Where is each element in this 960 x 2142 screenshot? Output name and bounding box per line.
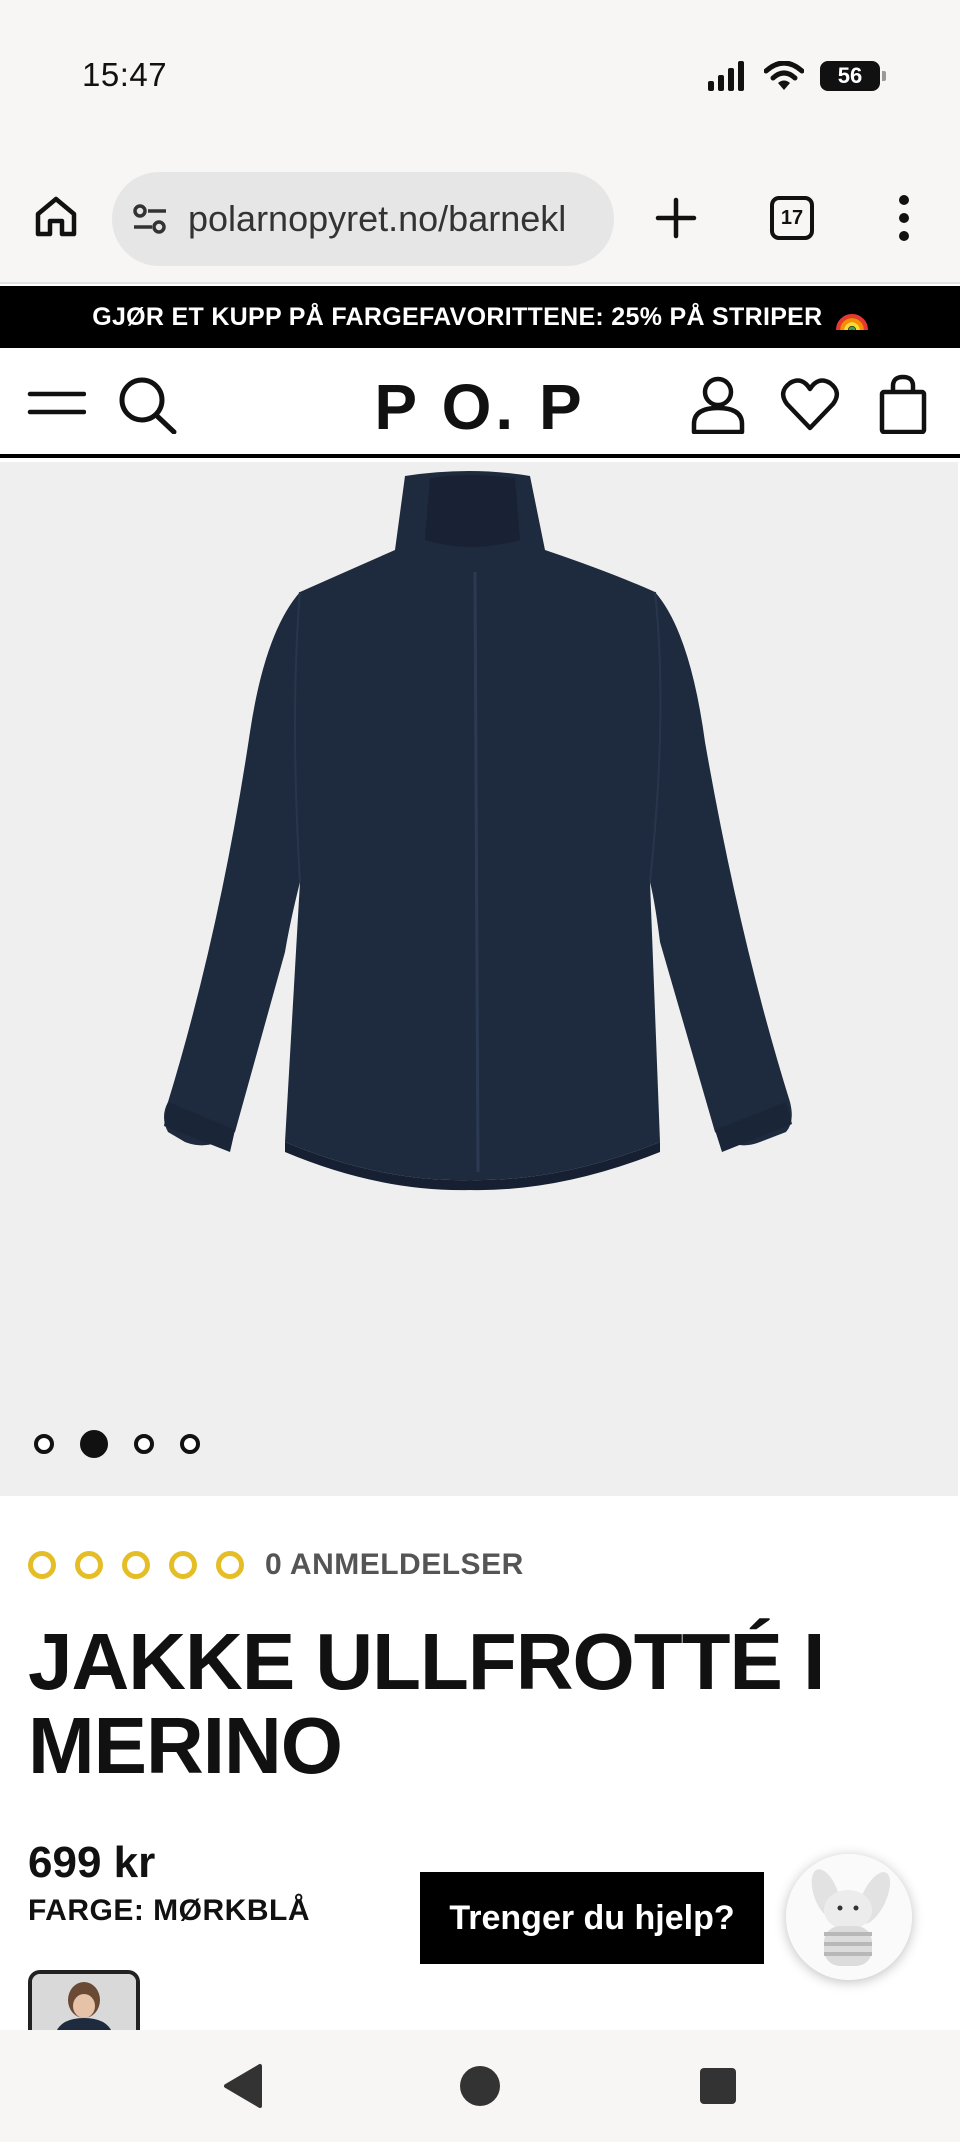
rainbow-icon xyxy=(835,314,868,331)
promo-banner[interactable]: GJØR ET KUPP PÅ FARGEFAVORITTENE: 25% PÅ… xyxy=(0,286,960,348)
product-title: JAKKE ULLFROTTÉ I MERINO xyxy=(28,1617,825,1790)
address-bar[interactable]: polarnopyret.no/barnekl xyxy=(112,172,614,266)
product-image-gallery[interactable] xyxy=(0,462,960,1496)
chat-avatar-button[interactable] xyxy=(786,1854,912,1980)
home-icon xyxy=(35,196,77,237)
swatch-thumbnail-image xyxy=(32,1974,136,2034)
gallery-pagination xyxy=(34,1430,200,1458)
battery-indicator: 56 xyxy=(820,61,886,91)
search-icon[interactable] xyxy=(118,374,178,434)
android-navigation-bar xyxy=(0,2030,960,2142)
gallery-dot-4[interactable] xyxy=(180,1434,200,1454)
gallery-dot-3[interactable] xyxy=(134,1434,154,1454)
help-chat-button[interactable]: Trenger du hjelp? xyxy=(420,1872,764,1964)
wishlist-heart-icon[interactable] xyxy=(780,374,840,434)
url-text: polarnopyret.no/barnekl xyxy=(188,198,567,239)
rating-star-1-icon xyxy=(28,1551,56,1579)
shopping-bag-icon[interactable] xyxy=(874,374,934,434)
color-swatch-selected[interactable] xyxy=(28,1970,140,2034)
site-settings-icon[interactable] xyxy=(130,199,170,239)
rating-star-4-icon xyxy=(169,1551,197,1579)
status-icons: 56 xyxy=(708,58,886,94)
rating-star-5-icon xyxy=(216,1551,244,1579)
rating-star-3-icon xyxy=(122,1551,150,1579)
tab-switcher-button[interactable]: 17 xyxy=(770,196,814,240)
status-time: 15:47 xyxy=(82,56,168,93)
reviews-count[interactable]: 0 ANMELDELSER xyxy=(265,1548,524,1582)
recents-icon[interactable] xyxy=(692,2060,744,2112)
back-icon[interactable] xyxy=(218,2060,270,2112)
gallery-dot-1[interactable] xyxy=(34,1434,54,1454)
bunny-toy-icon xyxy=(786,1854,912,1980)
product-image-jacket[interactable] xyxy=(0,462,960,1496)
browser-toolbar: polarnopyret.no/barnekl 17 xyxy=(0,160,960,284)
product-price: 699 kr xyxy=(28,1838,156,1887)
wifi-icon xyxy=(764,61,804,90)
browser-home-button[interactable] xyxy=(30,190,82,242)
promo-text: GJØR ET KUPP PÅ FARGEFAVORITTENE: 25% PÅ… xyxy=(92,303,823,331)
hamburger-menu-icon[interactable] xyxy=(26,374,86,434)
site-logo[interactable]: P O. P xyxy=(374,371,585,443)
gallery-dot-2[interactable] xyxy=(80,1430,108,1458)
site-header: P O. P xyxy=(0,348,960,458)
browser-menu-icon[interactable] xyxy=(884,192,924,244)
status-bar: 15:47 56 xyxy=(0,0,960,160)
color-label: FARGE: MØRKBLÅ xyxy=(28,1894,310,1927)
home-nav-icon[interactable] xyxy=(454,2060,506,2112)
rating-star-2-icon xyxy=(75,1551,103,1579)
account-icon[interactable] xyxy=(688,374,748,434)
cellular-signal-icon xyxy=(708,61,744,91)
rating-row[interactable]: 0 ANMELDELSER xyxy=(28,1548,524,1582)
new-tab-icon[interactable] xyxy=(650,192,702,244)
